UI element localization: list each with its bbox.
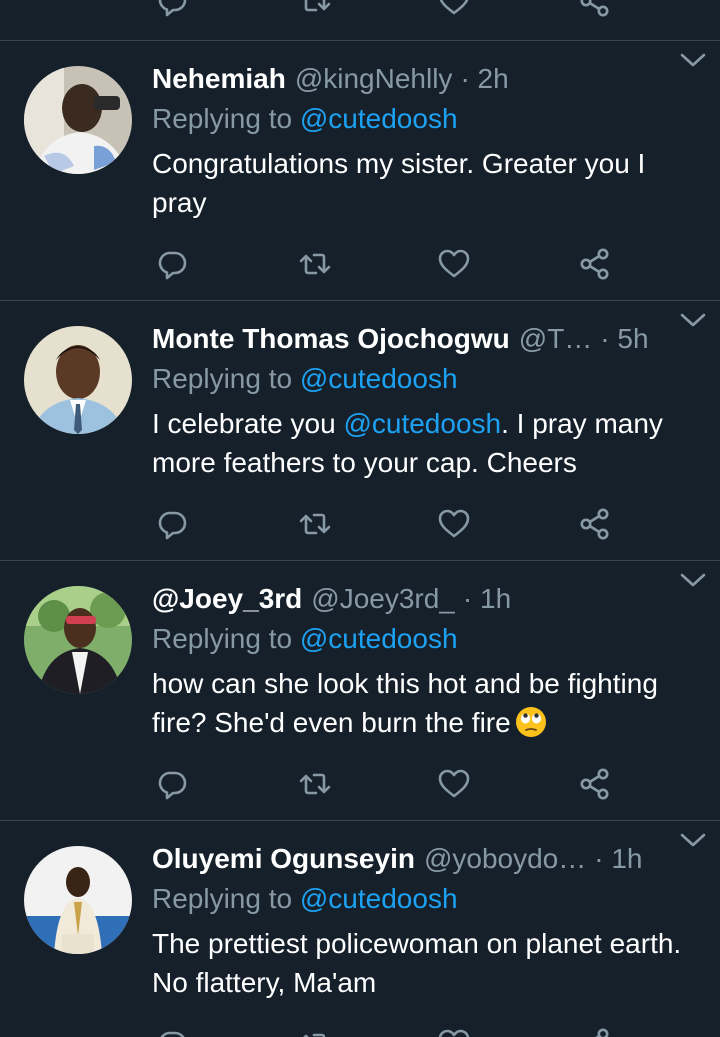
retweet-icon[interactable] — [298, 767, 332, 801]
replying-prefix: Replying to — [152, 623, 300, 654]
avatar[interactable] — [24, 586, 132, 694]
tweet-header: @Joey_3rd @Joey3rd_ · 1h — [152, 579, 702, 619]
tweet-content: @Joey_3rd @Joey3rd_ · 1h Replying to @cu… — [152, 579, 702, 742]
timestamp: · 5h — [600, 323, 649, 354]
chevron-down-icon[interactable] — [676, 45, 710, 75]
author-name[interactable]: @Joey_3rd — [152, 583, 302, 615]
replying-prefix: Replying to — [152, 363, 300, 394]
heart-icon[interactable] — [437, 0, 471, 18]
replying-mention[interactable]: @cutedoosh — [300, 363, 458, 394]
author-name[interactable]: Monte Thomas Ojochogwu — [152, 323, 510, 355]
share-icon[interactable] — [578, 767, 612, 801]
replying-mention[interactable]: @cutedoosh — [300, 883, 458, 914]
tweet-header: Oluyemi Ogunseyin @yoboydo… · 1h — [152, 839, 702, 879]
author-handle[interactable]: @Joey3rd_ — [311, 583, 455, 615]
author-name[interactable]: Nehemiah — [152, 63, 286, 95]
tweet-header: Monte Thomas Ojochogwu @T… · 5h — [152, 319, 702, 359]
tweet-card[interactable]: Nehemiah @kingNehlly · 2h Replying to @c… — [0, 41, 720, 300]
reply-icon[interactable] — [155, 507, 189, 541]
replying-to: Replying to @cutedoosh — [152, 99, 702, 139]
author-handle[interactable]: @T… — [519, 323, 593, 355]
replying-mention[interactable]: @cutedoosh — [300, 103, 458, 134]
previous-tweet-actions — [0, 0, 720, 18]
tweet-text-body: how can she look this hot and be fightin… — [152, 668, 658, 738]
reply-icon[interactable] — [155, 1027, 189, 1037]
tweet-actions — [0, 1024, 720, 1037]
timestamp: · 1h — [462, 583, 512, 614]
heart-icon[interactable] — [437, 767, 471, 801]
tweet-content: Nehemiah @kingNehlly · 2h Replying to @c… — [152, 59, 702, 222]
chevron-down-icon[interactable] — [676, 825, 710, 855]
heart-icon[interactable] — [437, 247, 471, 281]
rolling-eyes-emoji-icon — [515, 707, 546, 737]
tweet-actions — [0, 504, 720, 544]
reply-icon[interactable] — [155, 767, 189, 801]
reply-feed: Nehemiah @kingNehlly · 2h Replying to @c… — [0, 0, 720, 1037]
retweet-icon[interactable] — [298, 507, 332, 541]
share-icon[interactable] — [578, 247, 612, 281]
timestamp: · 1h — [594, 843, 643, 874]
share-icon[interactable] — [578, 1027, 612, 1037]
share-icon[interactable] — [578, 507, 612, 541]
retweet-icon[interactable] — [298, 1027, 332, 1037]
share-icon[interactable] — [578, 0, 612, 18]
author-name[interactable]: Oluyemi Ogunseyin — [152, 843, 415, 875]
chevron-down-icon[interactable] — [676, 305, 710, 335]
tweet-content: Oluyemi Ogunseyin @yoboydo… · 1h Replyin… — [152, 839, 702, 1002]
tweet-text: I celebrate you @cutedoosh. I pray many … — [152, 404, 698, 482]
tweet-header: Nehemiah @kingNehlly · 2h — [152, 59, 702, 99]
retweet-icon[interactable] — [298, 247, 332, 281]
replying-prefix: Replying to — [152, 103, 300, 134]
tweet-text-start: I celebrate you — [152, 408, 344, 439]
tweet-text: Congratulations my sister. Greater you I… — [152, 148, 646, 218]
tweet-text: how can she look this hot and be fightin… — [152, 664, 698, 742]
chevron-down-icon[interactable] — [676, 565, 710, 595]
tweet-mention-link[interactable]: @cutedoosh — [343, 408, 501, 439]
avatar[interactable] — [24, 326, 132, 434]
replying-prefix: Replying to — [152, 883, 300, 914]
replying-mention[interactable]: @cutedoosh — [300, 623, 458, 654]
reply-icon[interactable] — [155, 247, 189, 281]
author-handle[interactable]: @yoboydo… — [424, 843, 586, 875]
tweet-actions — [0, 764, 720, 804]
tweet-card[interactable]: @Joey_3rd @Joey3rd_ · 1h Replying to @cu… — [0, 561, 720, 820]
retweet-icon[interactable] — [298, 0, 332, 18]
tweet-content: Monte Thomas Ojochogwu @T… · 5h Replying… — [152, 319, 702, 482]
timestamp: · 2h — [460, 63, 509, 94]
author-handle[interactable]: @kingNehlly — [295, 63, 453, 95]
avatar[interactable] — [24, 846, 132, 954]
tweet-text: The prettiest policewoman on planet eart… — [152, 928, 682, 998]
heart-icon[interactable] — [437, 507, 471, 541]
tweet-card[interactable]: Monte Thomas Ojochogwu @T… · 5h Replying… — [0, 301, 720, 560]
tweet-actions — [0, 244, 720, 284]
heart-icon[interactable] — [437, 1027, 471, 1037]
replying-to: Replying to @cutedoosh — [152, 359, 702, 399]
reply-icon[interactable] — [155, 0, 189, 18]
avatar[interactable] — [24, 66, 132, 174]
tweet-card[interactable]: Oluyemi Ogunseyin @yoboydo… · 1h Replyin… — [0, 821, 720, 1037]
replying-to: Replying to @cutedoosh — [152, 879, 702, 919]
replying-to: Replying to @cutedoosh — [152, 619, 702, 659]
